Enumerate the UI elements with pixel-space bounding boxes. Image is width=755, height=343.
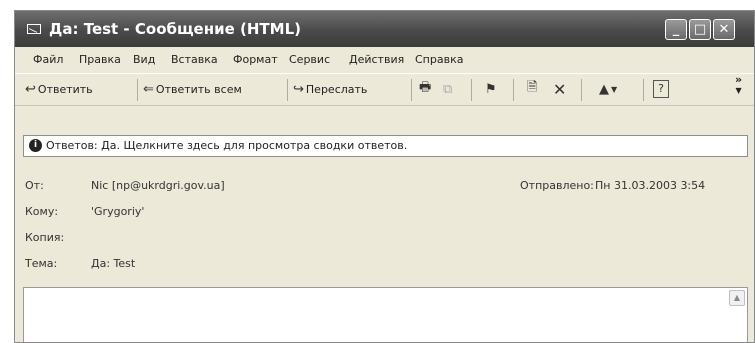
move-to-folder-icon: 🗎 (527, 80, 538, 95)
subject-label: Тема: (25, 257, 58, 270)
up-arrow-icon: ▲ (599, 81, 609, 97)
info-icon: i (29, 139, 42, 152)
menu-file[interactable]: Файл (33, 53, 63, 66)
toolbar-separator (287, 79, 288, 101)
menu-help[interactable]: Справка (415, 53, 463, 66)
forward-label: Переслать (305, 82, 368, 96)
sent-label: Отправлено: (520, 179, 594, 192)
menu-view[interactable]: Вид (133, 53, 155, 66)
menu-bar: Файл Правка Вид Вставка Формат Сервис Де… (15, 47, 754, 74)
to-value[interactable]: 'Grygoriy' (91, 205, 144, 218)
move-to-folder-button[interactable]: 🗎 (527, 79, 537, 99)
reply-icon: ↩ (25, 81, 36, 97)
menu-format[interactable]: Формат (233, 53, 278, 66)
menu-edit[interactable]: Правка (79, 53, 121, 66)
toolbar-separator (411, 79, 412, 101)
help-button[interactable]: ? (653, 79, 669, 99)
forward-icon: ↪ (293, 81, 304, 97)
scroll-up-button[interactable]: ▲ (729, 290, 745, 306)
info-bar-text: Ответов: Да. Щелкните здесь для просмотр… (46, 139, 408, 152)
to-label: Кому: (25, 205, 59, 218)
maximize-button[interactable]: □ (689, 19, 711, 40)
toolbar-overflow-button[interactable]: » ▼ (735, 73, 743, 95)
print-button[interactable]: 🖶 (419, 79, 431, 99)
toolbar-separator (137, 79, 138, 101)
chevron-down-icon: ▼ (611, 84, 618, 94)
copy-icon: ⧉ (443, 81, 453, 97)
reply-label: Ответить (37, 82, 93, 96)
message-window: Да: Test - Сообщение (HTML) _ □ ✕ Файл П… (14, 10, 755, 343)
minimize-button[interactable]: _ (665, 19, 687, 40)
info-bar[interactable]: i Ответов: Да. Щелкните здесь для просмо… (23, 135, 748, 157)
menu-tools[interactable]: Сервис (289, 53, 330, 66)
title-bar[interactable]: Да: Test - Сообщение (HTML) _ □ ✕ (15, 11, 754, 47)
toolbar: ↩ Ответить ⇐ Ответить всем ↪ Переслать 🖶… (15, 73, 754, 106)
toolbar-separator (513, 79, 514, 101)
reply-all-label: Ответить всем (155, 82, 242, 96)
menu-actions[interactable]: Действия (349, 53, 404, 66)
toolbar-overflow-label: » (735, 73, 743, 86)
forward-button[interactable]: ↪ Переслать (293, 79, 367, 99)
previous-item-button[interactable]: ▲ ▼ (599, 79, 617, 99)
from-label: От: (25, 179, 44, 192)
reply-all-icon: ⇐ (143, 81, 154, 97)
from-value[interactable]: Nic [np@ukrdgri.gov.ua] (91, 179, 225, 192)
message-body[interactable]: ▲ (23, 287, 748, 342)
print-icon: 🖶 (419, 80, 432, 95)
help-icon: ? (653, 80, 669, 98)
toolbar-separator (581, 79, 582, 101)
toolbar-separator (471, 79, 472, 101)
sent-value: Пн 31.03.2003 3:54 (595, 179, 706, 192)
window-title: Да: Test - Сообщение (HTML) (49, 20, 301, 38)
toolbar-separator (643, 79, 644, 101)
cc-label: Копия: (25, 231, 65, 244)
copy-button[interactable]: ⧉ (443, 79, 452, 99)
reply-button[interactable]: ↩ Ответить (25, 79, 93, 99)
flag-button[interactable]: ⚑ (485, 79, 497, 99)
flag-icon: ⚑ (485, 81, 497, 97)
menu-insert[interactable]: Вставка (171, 53, 218, 66)
chevron-down-icon: ▼ (735, 86, 742, 95)
close-button[interactable]: ✕ (713, 19, 735, 40)
reply-all-button[interactable]: ⇐ Ответить всем (143, 79, 242, 99)
envelope-icon (27, 24, 41, 34)
subject-value: Да: Test (91, 257, 136, 270)
delete-icon: ✕ (553, 79, 567, 99)
delete-button[interactable]: ✕ (553, 79, 566, 99)
